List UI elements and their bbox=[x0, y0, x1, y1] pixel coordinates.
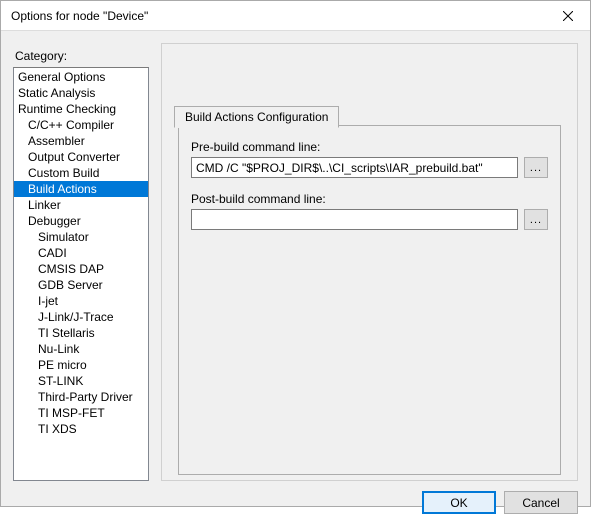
postbuild-label: Post-build command line: bbox=[191, 192, 548, 206]
category-item[interactable]: Assembler bbox=[14, 133, 148, 149]
titlebar: Options for node "Device" bbox=[1, 1, 590, 31]
category-item[interactable]: Runtime Checking bbox=[14, 101, 148, 117]
category-list[interactable]: General OptionsStatic AnalysisRuntime Ch… bbox=[13, 67, 149, 481]
category-item[interactable]: ST-LINK bbox=[14, 373, 148, 389]
prebuild-browse-button[interactable]: ... bbox=[524, 157, 548, 178]
category-item[interactable]: Nu-Link bbox=[14, 341, 148, 357]
category-item[interactable]: GDB Server bbox=[14, 277, 148, 293]
category-item[interactable]: Build Actions bbox=[14, 181, 148, 197]
ok-button[interactable]: OK bbox=[422, 491, 496, 514]
prebuild-row: ... bbox=[191, 157, 548, 178]
postbuild-row: ... bbox=[191, 209, 548, 230]
category-item[interactable]: I-jet bbox=[14, 293, 148, 309]
category-item[interactable]: Custom Build bbox=[14, 165, 148, 181]
category-column: Category: General OptionsStatic Analysis… bbox=[13, 41, 149, 481]
category-item[interactable]: CADI bbox=[14, 245, 148, 261]
category-item[interactable]: Static Analysis bbox=[14, 85, 148, 101]
cancel-button[interactable]: Cancel bbox=[504, 491, 578, 514]
category-item[interactable]: Debugger bbox=[14, 213, 148, 229]
category-item[interactable]: Third-Party Driver bbox=[14, 389, 148, 405]
main-row: Category: General OptionsStatic Analysis… bbox=[13, 41, 578, 481]
category-item[interactable]: General Options bbox=[14, 69, 148, 85]
postbuild-input[interactable] bbox=[191, 209, 518, 230]
options-dialog: Options for node "Device" Category: Gene… bbox=[0, 0, 591, 507]
category-item[interactable]: J-Link/J-Trace bbox=[14, 309, 148, 325]
close-icon bbox=[563, 11, 573, 21]
tab-build-actions[interactable]: Build Actions Configuration bbox=[174, 106, 339, 128]
category-item[interactable]: Output Converter bbox=[14, 149, 148, 165]
category-item[interactable]: PE micro bbox=[14, 357, 148, 373]
close-button[interactable] bbox=[545, 1, 590, 30]
dialog-buttons: OK Cancel bbox=[13, 481, 578, 514]
category-item[interactable]: Simulator bbox=[14, 229, 148, 245]
prebuild-input[interactable] bbox=[191, 157, 518, 178]
category-item[interactable]: C/C++ Compiler bbox=[14, 117, 148, 133]
window-title: Options for node "Device" bbox=[11, 9, 545, 23]
category-item[interactable]: TI XDS bbox=[14, 421, 148, 437]
prebuild-label: Pre-build command line: bbox=[191, 140, 548, 154]
category-item[interactable]: TI MSP-FET bbox=[14, 405, 148, 421]
category-item[interactable]: CMSIS DAP bbox=[14, 261, 148, 277]
options-panel: Build Actions Configuration Pre-build co… bbox=[161, 43, 578, 481]
tab-strip: Build Actions Configuration bbox=[174, 106, 339, 128]
category-item[interactable]: Linker bbox=[14, 197, 148, 213]
tab-page: Pre-build command line: ... Post-build c… bbox=[178, 125, 561, 475]
postbuild-browse-button[interactable]: ... bbox=[524, 209, 548, 230]
category-item[interactable]: TI Stellaris bbox=[14, 325, 148, 341]
category-label: Category: bbox=[15, 49, 149, 63]
dialog-body: Category: General OptionsStatic Analysis… bbox=[1, 31, 590, 526]
